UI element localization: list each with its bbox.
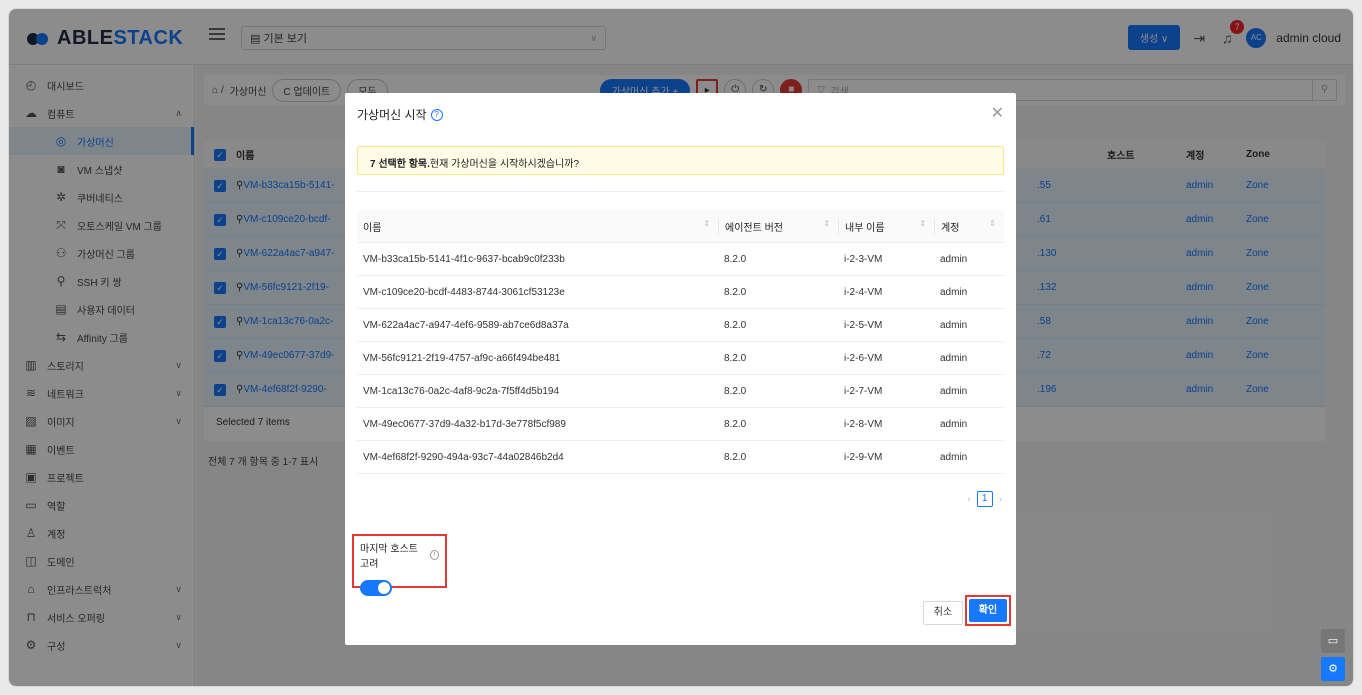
consider-last-host-option: 마지막 호스트 고려 i [352,534,447,596]
table-row: VM-b33ca15b-5141-4f1c-9637-bcab9c0f233b 8… [357,243,1004,276]
ok-button[interactable]: 확인 [969,599,1007,622]
table-row: VM-c109ce20-bcdf-4483-8744-3061cf53123e 8… [357,276,1004,309]
table-row: VM-4ef68f2f-9290-494a-93c7-44a02846b2d4 8… [357,441,1004,474]
app-window: ABLESTACK ▤ 기본 보기 ∨ 생성 ∨ ⇥ ♫ 7 AC admin c… [8,8,1354,687]
dialog-title: 가상머신 시작 ? [357,106,443,123]
sort-icon[interactable]: ⇕ [703,219,710,228]
chevron-left-icon[interactable]: ‹ [967,494,970,505]
dialog-pagination: ‹ 1 › [967,491,1002,507]
help-icon[interactable]: ? [430,108,443,121]
table-row: VM-56fc9121-2f19-4757-af9c-a66f494be481 8… [357,342,1004,375]
info-icon[interactable]: i [430,550,439,560]
confirm-alert: 7 선택한 항목.현재 가상머신을 시작하시겠습니까? [357,146,1004,175]
consider-last-host-toggle[interactable] [360,580,392,596]
cancel-button[interactable]: 취소 [923,601,963,625]
table-row: VM-1ca13c76-0a2c-4af8-9c2a-7f5ff4d5b194 8… [357,375,1004,408]
close-icon[interactable]: ✕ [991,103,1004,123]
table-header: 이름 ⇕ 에이전트 버전 ⇕ 내부 이름 ⇕ 계정 ⇕ [357,210,1004,243]
sort-icon[interactable]: ⇕ [989,219,996,228]
table-row: VM-49ec0677-37d9-4a32-b17d-3e778f5cf989 8… [357,408,1004,441]
table-row: VM-622a4ac7-a947-4ef6-9589-ab7ce6d8a37a 8… [357,309,1004,342]
settings-float-icon[interactable]: ⚙ [1321,657,1345,681]
page-button[interactable]: 1 [976,491,993,507]
sort-icon[interactable]: ⇕ [823,219,830,228]
sort-icon[interactable]: ⇕ [919,219,926,228]
keyboard-icon[interactable]: ▭ [1321,629,1345,653]
divider [357,191,1004,192]
ok-button-highlight: 확인 [965,595,1011,626]
start-vm-dialog: 가상머신 시작 ? ✕ 7 선택한 항목.현재 가상머신을 시작하시겠습니까? … [345,93,1016,645]
chevron-right-icon[interactable]: › [999,494,1002,505]
selected-vm-table: 이름 ⇕ 에이전트 버전 ⇕ 내부 이름 ⇕ 계정 ⇕ VM-b33ca15b-5141… [357,210,1004,474]
